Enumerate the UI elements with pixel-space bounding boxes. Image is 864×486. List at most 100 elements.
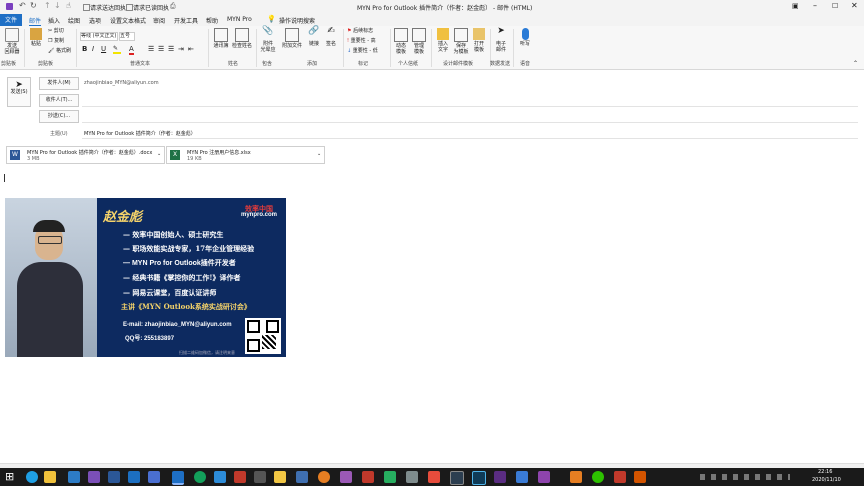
tab-draw[interactable]: 绘图 xyxy=(68,16,80,25)
format-painter-button[interactable]: 🖌 格式刷 xyxy=(48,48,71,54)
app-icon[interactable] xyxy=(634,471,646,483)
app-icon[interactable] xyxy=(570,471,582,483)
align-left-icon[interactable]: ☰ xyxy=(148,45,154,53)
app-icon[interactable] xyxy=(296,471,308,483)
down-icon[interactable]: ↓ xyxy=(54,1,61,10)
tab-developer[interactable]: 开发工具 xyxy=(174,16,198,25)
from-button[interactable]: 发件人(M) xyxy=(39,77,79,90)
clock-date[interactable]: 2020/11/10 xyxy=(812,477,841,483)
app-icon[interactable] xyxy=(450,471,464,485)
to-button[interactable]: 收件人(T)... xyxy=(39,94,79,107)
app-icon[interactable] xyxy=(472,471,486,485)
manage-templates-button[interactable]: 管理 模板 xyxy=(411,28,427,55)
font-name-select[interactable]: 等线 (中文正文) xyxy=(80,32,118,41)
app-icon[interactable] xyxy=(406,471,418,483)
app-icon[interactable] xyxy=(148,471,160,483)
tab-message[interactable]: 邮件 xyxy=(29,16,42,26)
app-icon[interactable] xyxy=(108,471,120,483)
app-icon[interactable] xyxy=(428,471,440,483)
app-icon[interactable] xyxy=(384,471,396,483)
templates-button[interactable]: 动态 模板 xyxy=(393,28,409,55)
ribbon-display-icon[interactable]: ▣ xyxy=(792,2,799,10)
windows-start-icon[interactable]: ⊞ xyxy=(5,471,14,483)
tab-help[interactable]: 帮助 xyxy=(206,16,218,25)
print-icon[interactable]: ⎙ xyxy=(170,2,176,11)
tab-review[interactable]: 审阅 xyxy=(153,16,165,25)
subject-field[interactable]: MYN Pro for Outlook 插件简介（作者：赵金彪） xyxy=(84,130,196,137)
app-icon[interactable] xyxy=(128,471,140,483)
align-right-icon[interactable]: ☰ xyxy=(168,45,174,53)
address-book-button[interactable]: 通讯簿 xyxy=(212,28,230,49)
outlook-icon[interactable] xyxy=(172,471,184,485)
attach-file-button[interactable]: 📎 附件 光晕应 xyxy=(259,27,277,54)
system-tray[interactable] xyxy=(700,474,790,480)
read-receipt-checkbox[interactable] xyxy=(83,4,90,11)
paste-button[interactable]: 粘贴 xyxy=(28,28,44,47)
italic-icon[interactable]: I xyxy=(92,45,94,53)
attachment-docx[interactable]: W MYN Pro for Outlook 插件简介（作者：赵金彪）.docx … xyxy=(6,146,165,164)
explorer-icon[interactable] xyxy=(44,471,56,483)
redo-icon[interactable]: ↻ xyxy=(30,1,37,10)
bold-icon[interactable]: B xyxy=(82,45,87,53)
outdent-icon[interactable]: ⇤ xyxy=(188,45,194,53)
collapse-ribbon-icon[interactable]: ⌃ xyxy=(853,60,858,67)
app-icon[interactable] xyxy=(340,471,352,483)
send-button[interactable]: ➤ 发送(S) xyxy=(7,77,31,107)
dictate-button[interactable]: 听写 xyxy=(517,28,533,47)
read-receipt2-checkbox[interactable] xyxy=(126,4,133,11)
undo-icon[interactable]: ↶ xyxy=(19,1,26,10)
text-cursor[interactable] xyxy=(4,174,5,182)
clock-time[interactable]: 22:16 xyxy=(818,469,832,475)
app-icon[interactable] xyxy=(614,471,626,483)
check-names-button[interactable]: 检查姓名 xyxy=(232,28,252,49)
open-template-button[interactable]: 打开 模板 xyxy=(471,28,487,53)
signature-button[interactable]: ✍ 签名 xyxy=(324,27,338,48)
app-icon[interactable] xyxy=(234,471,246,483)
app-icon[interactable] xyxy=(516,471,528,483)
send-later-button[interactable]: 发送 回顾器 xyxy=(3,28,21,55)
follow-up-button[interactable]: ⚑ 后续标志 xyxy=(347,28,373,34)
indent-icon[interactable]: ⇥ xyxy=(178,45,184,53)
app-icon[interactable] xyxy=(274,471,286,483)
tab-format-text[interactable]: 设置文本格式 xyxy=(110,16,146,25)
touch-icon[interactable]: ☝ xyxy=(66,1,71,10)
save-icon[interactable] xyxy=(6,3,13,10)
app-icon[interactable] xyxy=(494,471,506,483)
attachment-xlsx[interactable]: X MYN Pro 注册用户信息.xlsx 19 KB ⌄ xyxy=(166,146,325,164)
tell-me-search[interactable]: 操作说明搜索 xyxy=(279,16,315,25)
attach-item-button[interactable]: 附加文件 xyxy=(281,28,303,49)
up-icon[interactable]: ↑ xyxy=(44,1,51,10)
app-icon[interactable] xyxy=(88,471,100,483)
app-icon[interactable] xyxy=(254,471,266,483)
chevron-down-icon[interactable]: ⌄ xyxy=(157,151,161,157)
close-icon[interactable]: ✕ xyxy=(851,1,858,10)
save-template-button[interactable]: 保存 为模板 xyxy=(453,28,469,55)
app-icon[interactable] xyxy=(318,471,330,483)
importance-high-button[interactable]: ! 重要性 - 高 xyxy=(347,38,376,44)
app-icon[interactable] xyxy=(214,471,226,483)
importance-low-button[interactable]: ↓ 重要性 - 低 xyxy=(347,48,378,54)
tab-insert[interactable]: 插入 xyxy=(48,16,60,25)
app-icon[interactable] xyxy=(538,471,550,483)
highlight-icon[interactable]: ✎ xyxy=(113,45,121,54)
tab-options[interactable]: 选项 xyxy=(89,16,101,25)
font-color-icon[interactable]: A xyxy=(129,45,134,55)
link-button[interactable]: 🔗 链接 xyxy=(307,27,321,48)
align-center-icon[interactable]: ☰ xyxy=(158,45,164,53)
app-icon[interactable] xyxy=(362,471,374,483)
cut-button[interactable]: ✂ 剪切 xyxy=(48,28,64,34)
email-send-button[interactable]: ➤ 电子 邮件 xyxy=(493,27,509,54)
app-icon[interactable] xyxy=(194,471,206,483)
copy-button[interactable]: ❐ 复制 xyxy=(48,38,64,44)
minimize-icon[interactable]: – xyxy=(813,1,817,10)
cc-button[interactable]: 抄送(C)... xyxy=(39,110,79,123)
font-size-select[interactable]: 五号 xyxy=(119,32,135,41)
chevron-down-icon[interactable]: ⌄ xyxy=(317,151,321,157)
tab-myn-pro[interactable]: MYN Pro xyxy=(227,16,252,23)
insert-text-button[interactable]: 插入 文字 xyxy=(435,28,451,53)
underline-icon[interactable]: U xyxy=(101,45,106,53)
wechat-icon[interactable] xyxy=(592,471,604,483)
app-gs-icon[interactable] xyxy=(68,471,80,483)
edge-icon[interactable] xyxy=(26,471,38,483)
maximize-icon[interactable]: ☐ xyxy=(832,2,838,10)
